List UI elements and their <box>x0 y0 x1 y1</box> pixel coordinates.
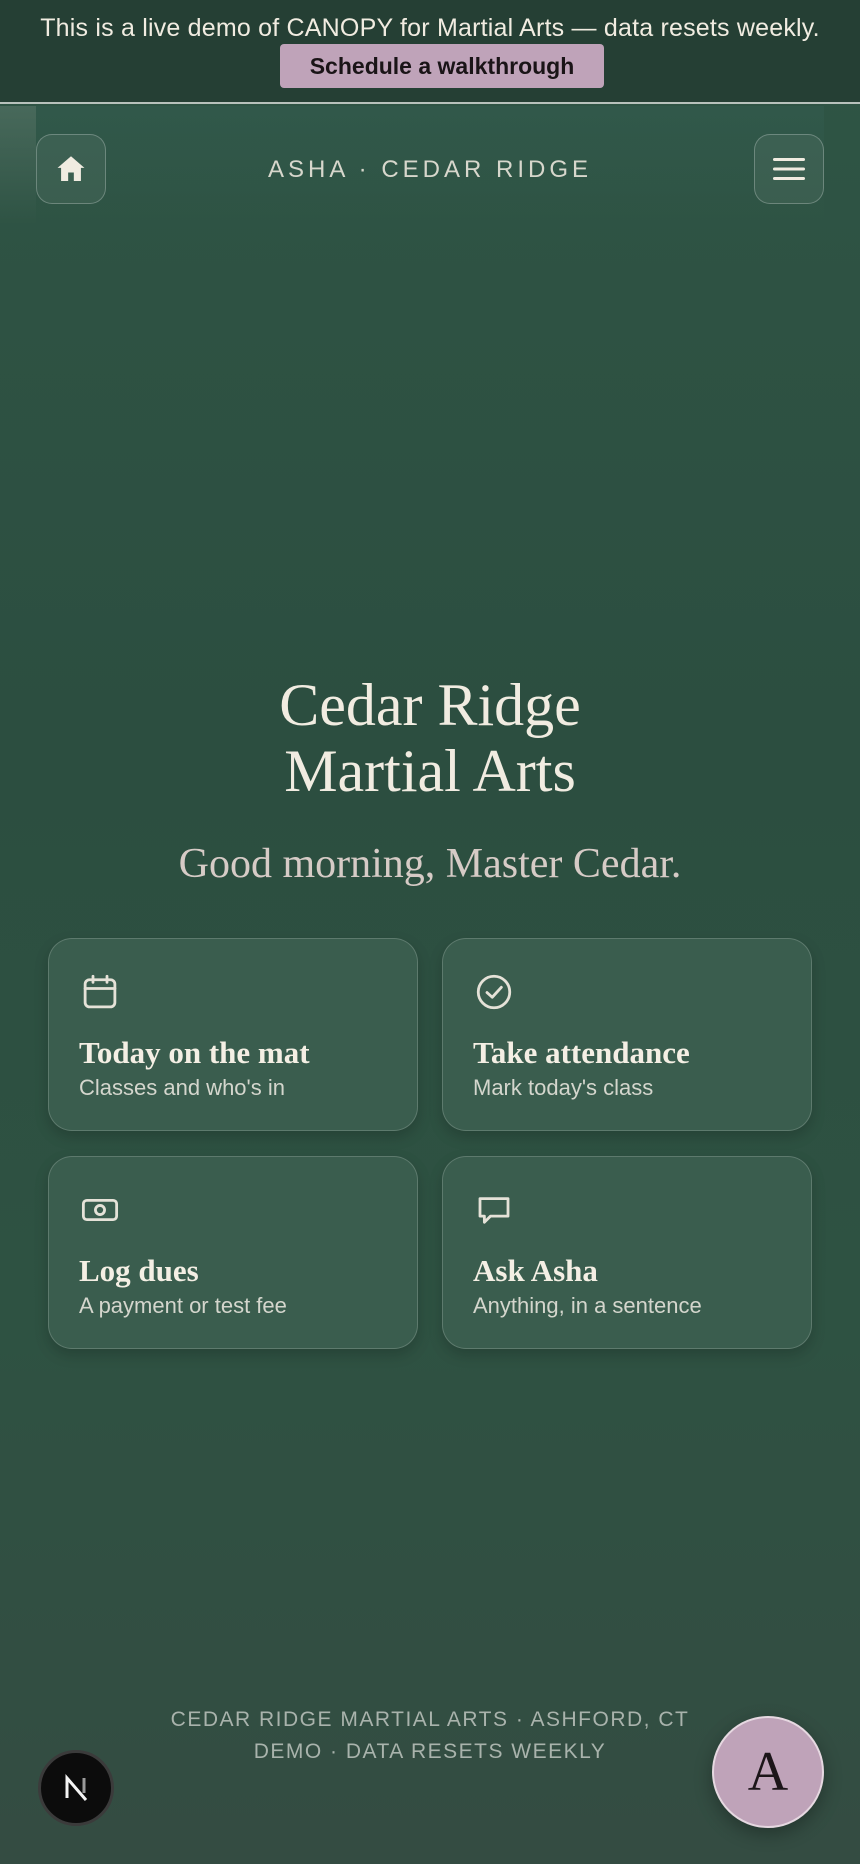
calendar-icon <box>83 974 117 1009</box>
card-title: Ask Asha <box>473 1253 598 1288</box>
log-dues-card[interactable]: Log dues A payment or test fee <box>48 1156 418 1349</box>
cash-icon <box>81 1198 119 1222</box>
card-subtitle: Mark today's class <box>473 1075 654 1100</box>
ask-asha-card[interactable]: Ask Asha Anything, in a sentence <box>442 1156 812 1349</box>
card-subtitle: A payment or test fee <box>79 1293 287 1318</box>
card-title: Log dues <box>79 1253 199 1288</box>
top-bar: ASHA · CEDAR RIDGE <box>36 106 824 226</box>
card-title: Take attendance <box>473 1035 690 1070</box>
ask-asha-fab[interactable]: A <box>712 1716 824 1828</box>
demo-banner: This is a live demo of CANOPY for Martia… <box>0 0 860 104</box>
menu-button[interactable] <box>754 134 824 204</box>
dojo-name-heading: Cedar Ridge Martial Arts <box>0 672 860 804</box>
schedule-walkthrough-button[interactable]: Schedule a walkthrough <box>280 44 604 88</box>
dojo-name-line1: Cedar Ridge <box>279 672 581 738</box>
n-badge-button[interactable] <box>38 1750 114 1826</box>
card-subtitle: Classes and who's in <box>79 1075 285 1100</box>
card-subtitle: Anything, in a sentence <box>473 1293 702 1318</box>
left-edge-shade <box>0 106 36 226</box>
today-on-the-mat-card[interactable]: Today on the mat Classes and who's in <box>48 938 418 1131</box>
chat-icon <box>478 1197 510 1224</box>
check-circle-icon <box>476 974 512 1010</box>
greeting-text: Good morning, Master Cedar. <box>178 841 682 887</box>
hamburger-menu-icon <box>773 158 805 180</box>
take-attendance-card[interactable]: Take attendance Mark today's class <box>442 938 812 1131</box>
n-logo-icon <box>65 1773 88 1801</box>
dojo-name-line2: Martial Arts <box>284 738 576 804</box>
demo-banner-text: This is a live demo of CANOPY for Martia… <box>40 14 820 42</box>
card-title: Today on the mat <box>79 1035 310 1070</box>
app-title: ASHA · CEDAR RIDGE <box>267 156 593 183</box>
